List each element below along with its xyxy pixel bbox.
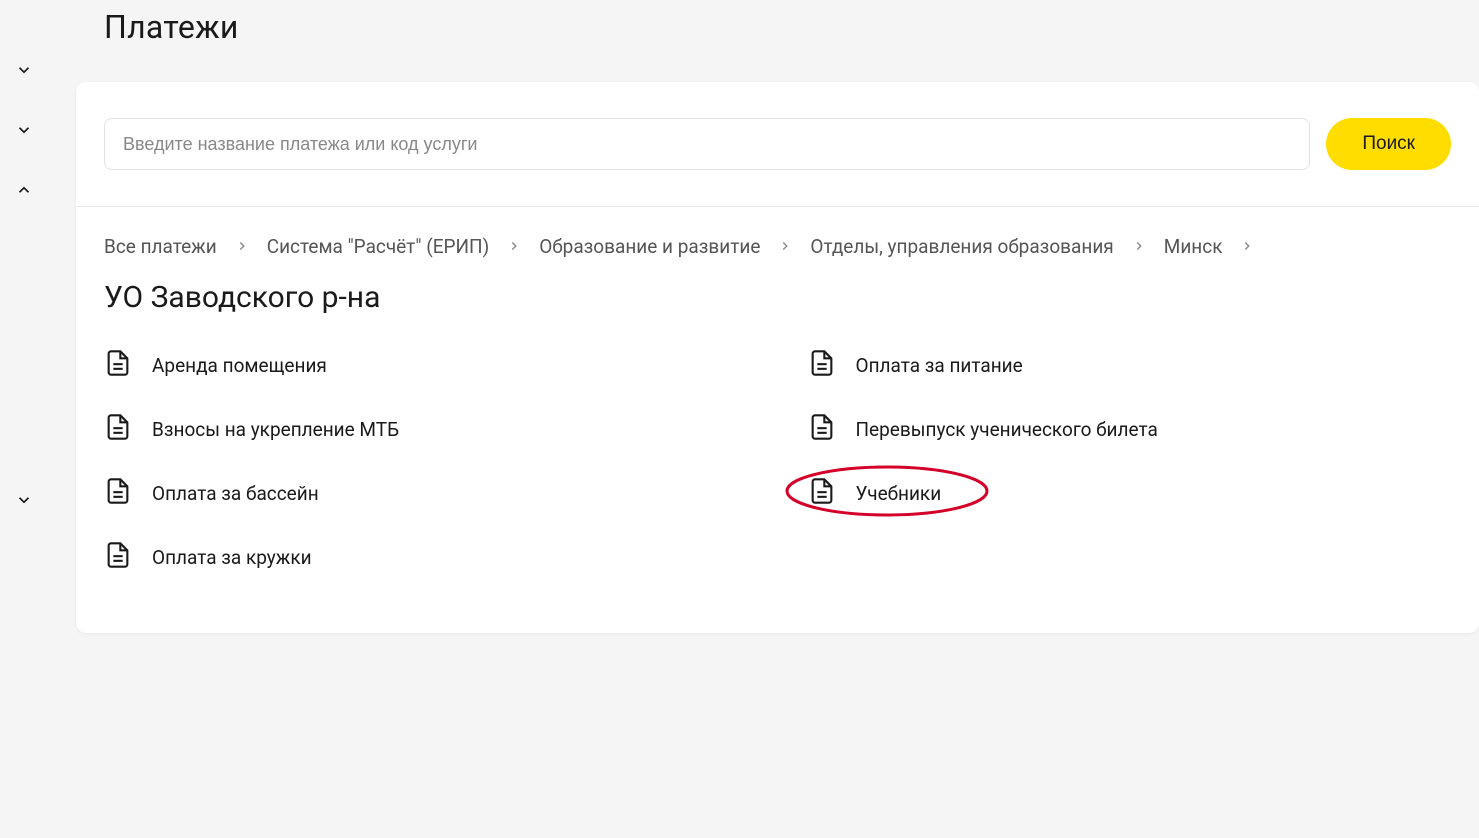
items-grid: Аренда помещения Взносы на укрепление МТ… [76,333,1479,633]
chevron-right-icon [1132,235,1146,258]
items-column-right: Оплата за питание Перевыпуск ученическог… [808,333,1452,589]
payment-item-label: Учебники [856,482,942,505]
chevron-up-icon [15,181,33,203]
document-icon [808,413,836,445]
payment-item-label: Оплата за бассейн [152,482,319,505]
chevron-down-icon [15,61,33,83]
payments-card: Поиск Все платежи Система "Расчёт" (ЕРИП… [76,82,1479,633]
breadcrumb-item[interactable]: Все платежи [104,235,217,258]
sidebar-toggle-2[interactable] [0,102,48,162]
category-title: УО Заводского р-на [76,262,1479,333]
breadcrumb-item[interactable]: Минск [1164,235,1223,258]
payment-item-label: Оплата за кружки [152,546,312,569]
search-input[interactable] [104,118,1310,170]
document-icon [104,541,132,573]
payment-item-highlighted[interactable]: Учебники [808,461,1452,525]
sidebar-toggle-4[interactable] [0,472,48,532]
chevron-down-icon [15,121,33,143]
chevron-right-icon [1240,235,1254,258]
payment-item[interactable]: Взносы на укрепление МТБ [104,397,748,461]
payment-item[interactable]: Оплата за кружки [104,525,748,589]
document-icon [104,477,132,509]
sidebar-toggle-3[interactable] [0,162,48,222]
document-icon [104,413,132,445]
document-icon [104,349,132,381]
payment-item-label: Аренда помещения [152,354,327,377]
chevron-down-icon [15,491,33,513]
payment-item[interactable]: Перевыпуск ученического билета [808,397,1452,461]
sidebar-toggle-1[interactable] [0,42,48,102]
page-title: Платежи [104,8,1479,46]
payment-item[interactable]: Аренда помещения [104,333,748,397]
main-content: Платежи Поиск Все платежи Система "Расчё… [48,0,1479,838]
breadcrumbs: Все платежи Система "Расчёт" (ЕРИП) Обра… [76,207,1479,262]
payment-item-label: Оплата за питание [856,354,1023,377]
sidebar [0,0,48,838]
chevron-right-icon [778,235,792,258]
chevron-right-icon [235,235,249,258]
document-icon [808,477,836,509]
chevron-right-icon [507,235,521,258]
breadcrumb-item[interactable]: Отделы, управления образования [810,235,1113,258]
search-button[interactable]: Поиск [1326,118,1451,170]
payment-item-label: Перевыпуск ученического билета [856,418,1158,441]
search-row: Поиск [76,82,1479,206]
breadcrumb-item[interactable]: Система "Расчёт" (ЕРИП) [267,235,490,258]
payment-item[interactable]: Оплата за питание [808,333,1452,397]
document-icon [808,349,836,381]
breadcrumb-item[interactable]: Образование и развитие [539,235,760,258]
payment-item[interactable]: Оплата за бассейн [104,461,748,525]
items-column-left: Аренда помещения Взносы на укрепление МТ… [104,333,748,589]
payment-item-label: Взносы на укрепление МТБ [152,418,399,441]
